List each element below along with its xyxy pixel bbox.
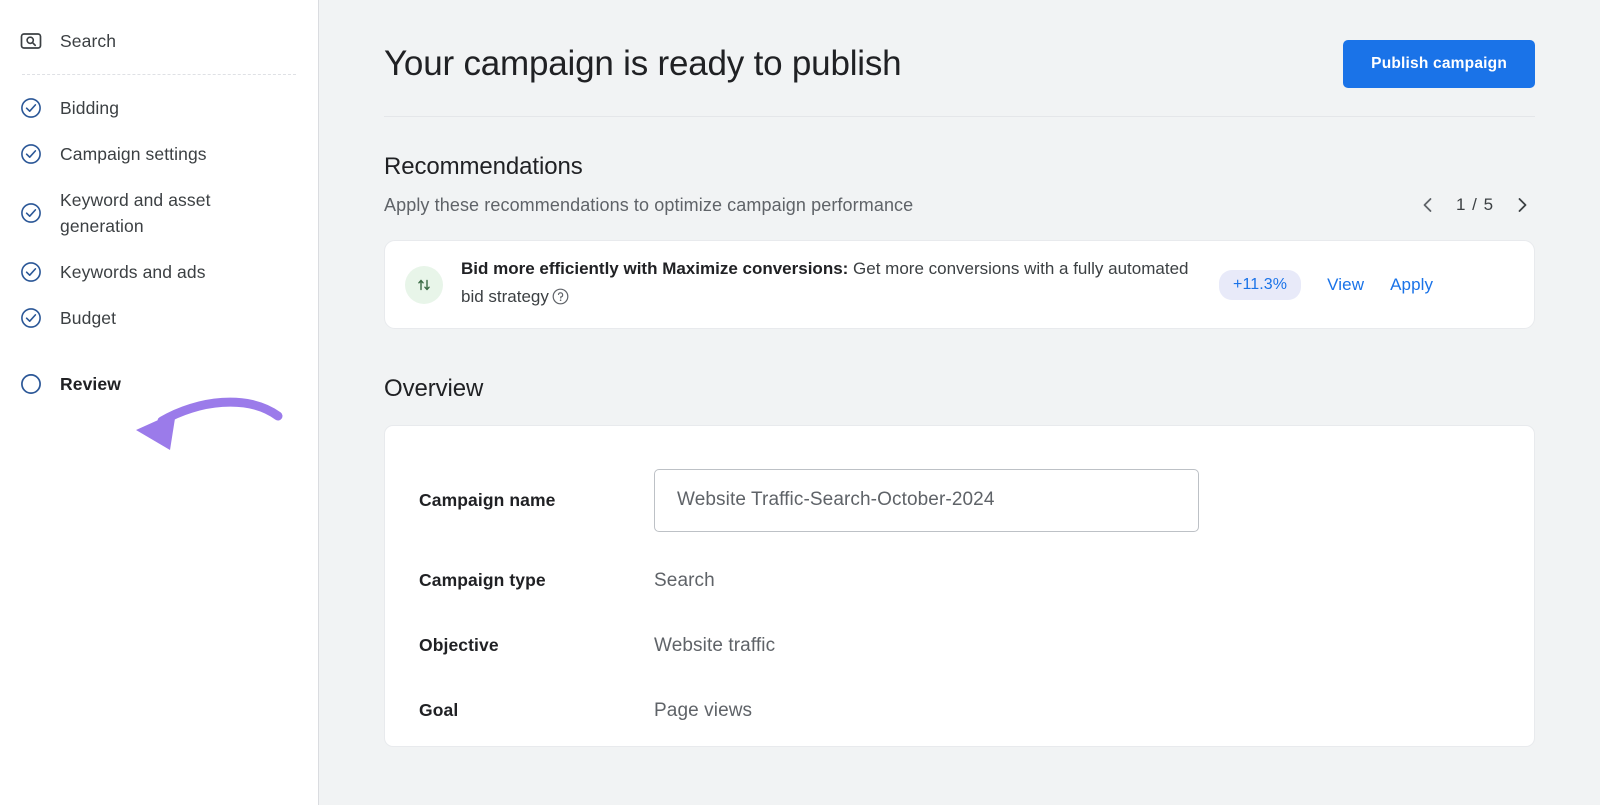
overview-card: Campaign name Campaign type Search Objec… — [384, 425, 1535, 747]
publish-campaign-button[interactable]: Publish campaign — [1343, 40, 1535, 88]
recommendation-card[interactable]: Bid more efficiently with Maximize conve… — [384, 240, 1535, 329]
overview-row-label: Objective — [419, 635, 654, 656]
sidebar-item-budget[interactable]: Budget — [0, 295, 318, 341]
sidebar-item-label: Search — [60, 28, 116, 54]
sidebar-item-review[interactable]: Review — [0, 361, 318, 407]
overview-row-label: Campaign name — [419, 490, 654, 511]
sidebar-item-label: Bidding — [60, 95, 119, 121]
campaign-name-input[interactable] — [654, 469, 1199, 532]
overview-row-label: Campaign type — [419, 570, 654, 591]
check-circle-icon — [20, 143, 42, 165]
overview-heading: Overview — [384, 375, 1535, 403]
overview-section: Overview Campaign name Campaign type Sea… — [384, 375, 1535, 747]
recommendation-headline: Bid more efficiently with Maximize conve… — [461, 259, 848, 278]
check-circle-icon — [20, 307, 42, 329]
recommendations-subtitle: Apply these recommendations to optimize … — [384, 195, 913, 216]
empty-circle-icon — [20, 373, 42, 395]
chevron-left-icon[interactable] — [1415, 192, 1441, 218]
sidebar-item-bidding[interactable]: Bidding — [0, 85, 318, 131]
uplift-badge: +11.3% — [1219, 270, 1301, 300]
app-root: Search Bidding Campaign settings — [0, 0, 1600, 805]
check-circle-icon — [20, 202, 42, 224]
help-circle-icon[interactable] — [552, 286, 569, 314]
sidebar-item-keyword-and-asset-generation[interactable]: Keyword and asset generation — [0, 177, 318, 249]
sidebar-item-label: Keywords and ads — [60, 259, 206, 285]
sidebar-item-search[interactable]: Search — [0, 18, 318, 64]
recommendations-section: Recommendations Apply these recommendati… — [384, 117, 1535, 329]
sidebar-item-label: Campaign settings — [60, 141, 207, 167]
check-circle-icon — [20, 97, 42, 119]
sidebar-divider — [22, 74, 296, 75]
sidebar-item-campaign-settings[interactable]: Campaign settings — [0, 131, 318, 177]
sidebar-item-label: Review — [60, 371, 121, 397]
overview-row-objective: Objective Website traffic — [385, 613, 1534, 678]
overview-row-value: Search — [654, 570, 715, 592]
overview-row-campaign-type: Campaign type Search — [385, 548, 1534, 613]
recommendations-pager: 1 / 5 — [1415, 192, 1535, 218]
view-recommendation-link[interactable]: View — [1327, 275, 1364, 295]
campaign-setup-sidebar: Search Bidding Campaign settings — [0, 0, 319, 805]
recommendation-actions: +11.3% View Apply — [1219, 270, 1433, 300]
page-header: Your campaign is ready to publish Publis… — [384, 0, 1535, 88]
overview-row-campaign-name: Campaign name — [385, 452, 1534, 548]
overview-row-goal: Goal Page views — [385, 678, 1534, 743]
chevron-right-icon[interactable] — [1509, 192, 1535, 218]
sidebar-item-label: Keyword and asset generation — [60, 187, 250, 239]
overview-row-value: Website traffic — [654, 635, 775, 657]
recommendations-subheader: Apply these recommendations to optimize … — [384, 192, 1535, 218]
page-title: Your campaign is ready to publish — [384, 44, 901, 84]
overview-row-value: Page views — [654, 700, 752, 722]
recommendation-text: Bid more efficiently with Maximize conve… — [461, 255, 1201, 314]
sidebar-item-keywords-and-ads[interactable]: Keywords and ads — [0, 249, 318, 295]
search-box-icon — [20, 30, 42, 52]
check-circle-icon — [20, 261, 42, 283]
apply-recommendation-link[interactable]: Apply — [1390, 275, 1433, 295]
main-content: Your campaign is ready to publish Publis… — [319, 0, 1600, 805]
bid-arrows-icon — [405, 266, 443, 304]
sidebar-item-label: Budget — [60, 305, 116, 331]
pager-count: 1 / 5 — [1455, 195, 1495, 215]
recommendations-heading: Recommendations — [384, 153, 1535, 181]
overview-row-label: Goal — [419, 700, 654, 721]
